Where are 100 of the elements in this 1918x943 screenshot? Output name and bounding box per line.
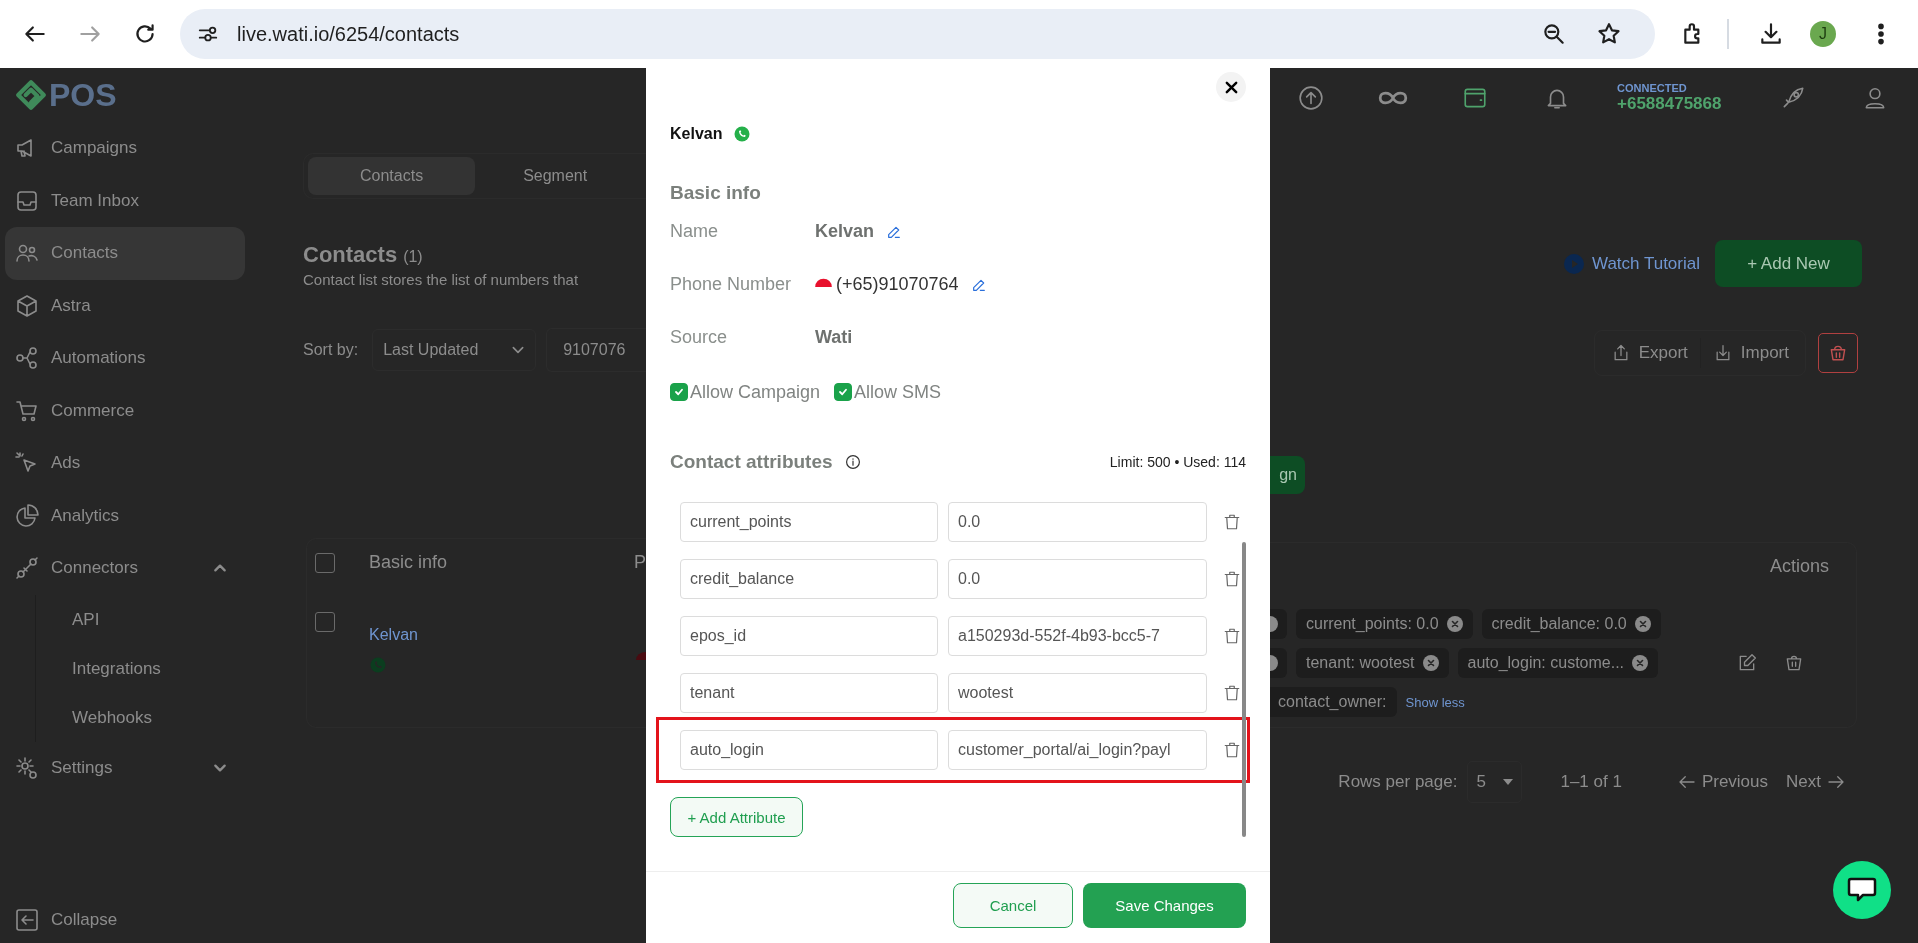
download-icon[interactable]	[1758, 21, 1784, 47]
page-range: 1–1 of 1	[1560, 772, 1622, 792]
pie-chart-icon	[15, 503, 39, 528]
checkmark-icon	[673, 386, 685, 398]
caret-icon	[1503, 779, 1514, 785]
attribute-value-field[interactable]: customer_portal/ai_login?payl	[948, 730, 1207, 770]
close-icon	[1223, 79, 1239, 95]
contact-count: (1)	[403, 248, 423, 266]
url-text: live.wati.io/6254/contacts	[237, 22, 460, 46]
close-button[interactable]	[1216, 72, 1246, 102]
checkbox-label: Allow Campaign	[690, 381, 821, 403]
column-header: Basic info	[369, 552, 448, 573]
tab[interactable]: Segment	[475, 157, 588, 195]
flag-icon	[636, 652, 646, 660]
checkbox[interactable]	[315, 612, 335, 632]
delete-button[interactable]	[1818, 333, 1858, 373]
attribute-value-field[interactable]: 0.0	[948, 559, 1207, 599]
sidebar-item[interactable]: Connectors	[5, 542, 245, 595]
trash-icon[interactable]	[1223, 569, 1241, 589]
contact-name: Kelvan	[670, 125, 723, 143]
checkbox[interactable]	[834, 383, 853, 401]
zoom-icon[interactable]	[1541, 21, 1567, 47]
trash-icon[interactable]	[1223, 740, 1241, 760]
cart-icon	[15, 398, 39, 423]
sidebar-subitem[interactable]: Integrations	[36, 643, 161, 693]
sidebar-item[interactable]: Astra	[5, 279, 245, 332]
tab[interactable]: Contacts	[308, 157, 476, 195]
trash-icon[interactable]	[1223, 512, 1241, 532]
inbox-icon	[15, 188, 39, 213]
sidebar-item[interactable]: Ads	[5, 437, 245, 490]
cancel-button[interactable]: Cancel	[953, 883, 1073, 928]
contact-name-link[interactable]: Kelvan	[369, 626, 418, 644]
collapse-button[interactable]: Collapse	[5, 900, 245, 940]
tag-chip: current_points: 0.0	[1296, 609, 1473, 639]
export-button[interactable]: Export	[1604, 343, 1694, 363]
right-arrow-icon	[1827, 775, 1845, 789]
next-button[interactable]: Next	[1786, 772, 1845, 792]
sidebar-subitem[interactable]: Webhooks	[36, 692, 152, 742]
sidebar-item[interactable]: Commerce	[5, 384, 245, 437]
chat-bubble-icon	[1847, 877, 1877, 903]
scrollbar[interactable]	[1242, 542, 1246, 837]
settings-icon	[15, 755, 39, 780]
attribute-name-field[interactable]: epos_id	[680, 616, 938, 656]
logo: POS	[15, 80, 127, 110]
connected-phone: +6588475868	[1617, 94, 1723, 114]
sort-label: Sort by:	[303, 341, 359, 359]
sidebar-item[interactable]: Settings	[5, 741, 245, 794]
attribute-name-field[interactable]: credit_balance	[680, 559, 938, 599]
field-label: Source	[670, 327, 729, 348]
add-attribute-button[interactable]: + Add Attribute	[670, 797, 803, 837]
address-bar[interactable]: live.wati.io/6254/contacts	[180, 9, 1655, 59]
connection-status: CONNECTED	[1617, 82, 1688, 94]
tag-chip: auto_login: custome...	[1457, 648, 1659, 678]
watch-tutorial-link[interactable]: Watch Tutorial	[1563, 253, 1700, 274]
sidebar-subitem[interactable]: API	[36, 594, 100, 644]
campaign-button[interactable]: gn	[1270, 456, 1305, 494]
trash-icon[interactable]	[1784, 653, 1804, 673]
field-label: Phone Number	[670, 274, 793, 295]
checkmark-icon	[837, 386, 850, 398]
sidebar-item[interactable]: Contacts	[5, 227, 245, 280]
whatsapp-icon	[733, 125, 752, 143]
sidebar-item[interactable]: Analytics	[5, 489, 245, 542]
sidebar-item[interactable]: Automations	[5, 332, 245, 385]
trash-icon[interactable]	[1223, 683, 1241, 703]
trash-icon[interactable]	[1223, 626, 1241, 646]
sort-dropdown[interactable]: Last Updated	[372, 329, 537, 371]
field-label: Name	[670, 221, 719, 242]
field-value: Kelvan	[815, 221, 875, 242]
field-value: (+65)91070764	[836, 274, 959, 295]
checkbox[interactable]	[315, 552, 335, 573]
tag-chip: credit_balance: 0.0	[1481, 609, 1661, 639]
attribute-name-field[interactable]: tenant	[680, 673, 938, 713]
trash-icon	[1828, 343, 1848, 363]
sidebar-item[interactable]: Campaigns	[5, 122, 245, 175]
attribute-usage: Limit: 500 • Used: 114	[1109, 454, 1246, 470]
rows-per-page-label: Rows per page:	[1338, 772, 1458, 792]
import-button[interactable]: Import	[1706, 343, 1795, 363]
sidebar-item[interactable]: Team Inbox	[5, 174, 245, 227]
profile-avatar[interactable]: J	[1810, 21, 1836, 47]
attribute-value-field[interactable]: a150293d-552f-4b93-bcc5-7	[948, 616, 1207, 656]
previous-button[interactable]: Previous	[1677, 772, 1769, 792]
section-title: Contact attributes	[670, 450, 833, 474]
attribute-value-field[interactable]: wootest	[948, 673, 1207, 713]
rows-per-page-select[interactable]: 5	[1467, 761, 1523, 803]
upload-circle-icon[interactable]	[1298, 85, 1324, 111]
add-new-button[interactable]: + Add New	[1715, 240, 1862, 287]
cube-icon	[15, 293, 39, 318]
whatsapp-icon	[369, 656, 387, 674]
attribute-value-field[interactable]: 0.0	[948, 502, 1207, 542]
page-title: Contacts	[303, 242, 398, 268]
save-changes-button[interactable]: Save Changes	[1083, 883, 1246, 928]
chat-button[interactable]	[1833, 861, 1891, 919]
edit-icon[interactable]	[1737, 653, 1757, 673]
info-icon	[844, 454, 861, 470]
attribute-name-field[interactable]: auto_login	[680, 730, 938, 770]
checkbox[interactable]	[670, 383, 688, 401]
field-value: Wati	[815, 327, 853, 348]
tag-chip: contact_owner:	[1270, 687, 1397, 717]
show-less-link[interactable]: Show less	[1405, 694, 1465, 710]
attribute-name-field[interactable]: current_points	[680, 502, 938, 542]
